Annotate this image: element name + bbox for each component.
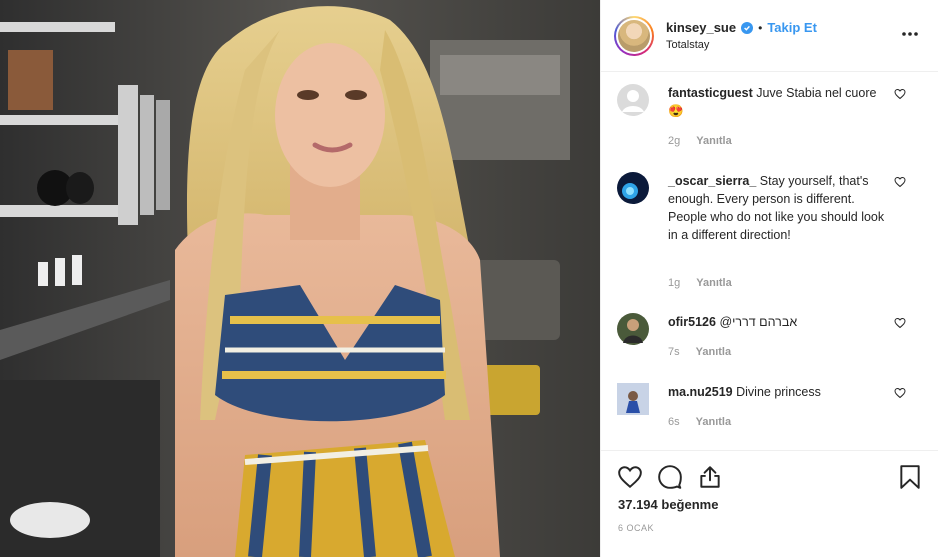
like-count[interactable]: 37.194 beğenme — [618, 497, 718, 512]
comment-text: ofir5126 @אברהם דררי — [668, 313, 888, 331]
comment-like-icon[interactable] — [894, 176, 906, 188]
comment-text: ma.nu2519 Divine princess — [668, 383, 888, 401]
heart-eyes-emoji: 😍 — [668, 104, 684, 118]
commenter-username[interactable]: ofir5126 — [668, 315, 716, 329]
comment-age[interactable]: 1g — [668, 277, 680, 289]
comment-content: @אברהם דררי — [719, 315, 798, 329]
commenter-avatar[interactable] — [617, 172, 649, 204]
reply-button[interactable]: Yanıtla — [696, 416, 731, 428]
commenter-username[interactable]: fantasticguest — [668, 86, 753, 100]
comment-content: Juve Stabia nel cuore — [756, 86, 877, 100]
post-actions: 37.194 beğenme 6 OCAK — [601, 450, 938, 557]
reply-button[interactable]: Yanıtla — [696, 135, 731, 147]
save-bookmark-icon[interactable] — [897, 464, 923, 490]
comment-like-icon[interactable] — [894, 317, 906, 329]
post-photo[interactable] — [0, 0, 600, 557]
follow-button[interactable]: Takip Et — [767, 20, 817, 35]
comment-age[interactable]: 2g — [668, 135, 680, 147]
post-date[interactable]: 6 OCAK — [618, 523, 654, 533]
comment-meta: 7s Yanıtla — [668, 346, 731, 358]
reply-button[interactable]: Yanıtla — [696, 346, 731, 358]
author-avatar[interactable] — [614, 16, 654, 56]
header-separator: • — [758, 20, 763, 35]
commenter-avatar[interactable] — [617, 313, 649, 345]
comment-text: fantasticguest Juve Stabia nel cuore 😍 — [668, 84, 888, 120]
share-icon[interactable] — [697, 464, 723, 490]
comment-like-icon[interactable] — [894, 88, 906, 100]
comment-content: Divine princess — [736, 385, 821, 399]
post-photo-illustration — [0, 0, 600, 557]
author-username[interactable]: kinsey_sue — [666, 20, 736, 35]
comment-meta: 6s Yanıtla — [668, 416, 731, 428]
commenter-avatar[interactable] — [617, 383, 649, 415]
comments-list[interactable]: fantasticguest Juve Stabia nel cuore 😍 2… — [601, 72, 938, 450]
comment-age[interactable]: 6s — [668, 416, 680, 428]
post-location[interactable]: Totalstay — [666, 39, 709, 51]
verified-badge-icon — [741, 21, 754, 34]
post-header: kinsey_sue • Takip Et Totalstay — [601, 0, 938, 72]
comment-meta: 2g Yanıtla — [668, 135, 732, 147]
post-details-panel: kinsey_sue • Takip Et Totalstay fantasti… — [600, 0, 938, 557]
like-heart-icon[interactable] — [617, 464, 643, 490]
comment-meta: 1g Yanıtla — [668, 277, 732, 289]
reply-button[interactable]: Yanıtla — [696, 277, 731, 289]
commenter-username[interactable]: ma.nu2519 — [668, 385, 733, 399]
commenter-avatar[interactable] — [617, 84, 649, 116]
commenter-username[interactable]: _oscar_sierra_ — [668, 174, 756, 188]
comment-text: _oscar_sierra_ Stay yourself, that's eno… — [668, 172, 888, 244]
comment-bubble-icon[interactable] — [657, 464, 683, 490]
comment-like-icon[interactable] — [894, 387, 906, 399]
comment-age[interactable]: 7s — [668, 346, 680, 358]
more-options-icon[interactable] — [900, 26, 920, 42]
